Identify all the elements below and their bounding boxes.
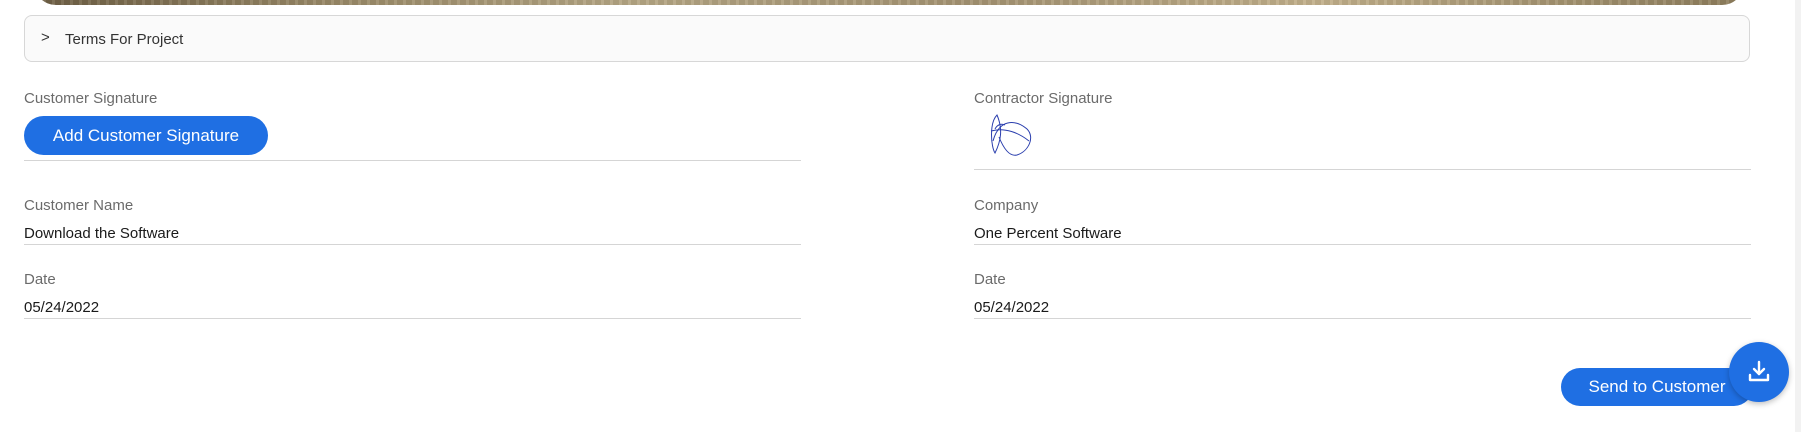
contractor-date-label: Date — [974, 271, 1006, 288]
company-underline — [974, 244, 1751, 245]
contractor-signature-image — [990, 114, 1032, 156]
customer-date-label: Date — [24, 271, 56, 288]
download-button[interactable] — [1729, 342, 1789, 402]
project-photo — [34, 0, 1744, 5]
terms-label: Terms For Project — [65, 31, 184, 48]
customer-signature-label: Customer Signature — [24, 90, 158, 107]
customer-name-label: Customer Name — [24, 197, 134, 214]
contractor-signature-divider — [974, 169, 1751, 170]
customer-name-underline — [24, 244, 801, 245]
contractor-date-field[interactable]: 05/24/2022 — [974, 299, 1049, 316]
customer-date-underline — [24, 318, 801, 319]
download-icon — [1748, 360, 1770, 382]
customer-date-field[interactable]: 05/24/2022 — [24, 299, 99, 316]
send-to-customer-button[interactable]: Send to Customer — [1561, 368, 1753, 406]
customer-name-field[interactable]: Download the Software — [24, 225, 179, 242]
company-field[interactable]: One Percent Software — [974, 225, 1122, 242]
chevron-right-icon: > — [41, 29, 50, 46]
customer-signature-divider — [24, 160, 801, 161]
scrollbar-track[interactable] — [1795, 0, 1801, 432]
terms-accordion[interactable]: > Terms For Project — [24, 15, 1750, 62]
contractor-date-underline — [974, 318, 1751, 319]
proposal-signature-page: > Terms For Project Customer Signature A… — [0, 0, 1801, 432]
contractor-signature-label: Contractor Signature — [974, 90, 1113, 107]
company-label: Company — [974, 197, 1039, 214]
add-customer-signature-button[interactable]: Add Customer Signature — [24, 116, 268, 155]
